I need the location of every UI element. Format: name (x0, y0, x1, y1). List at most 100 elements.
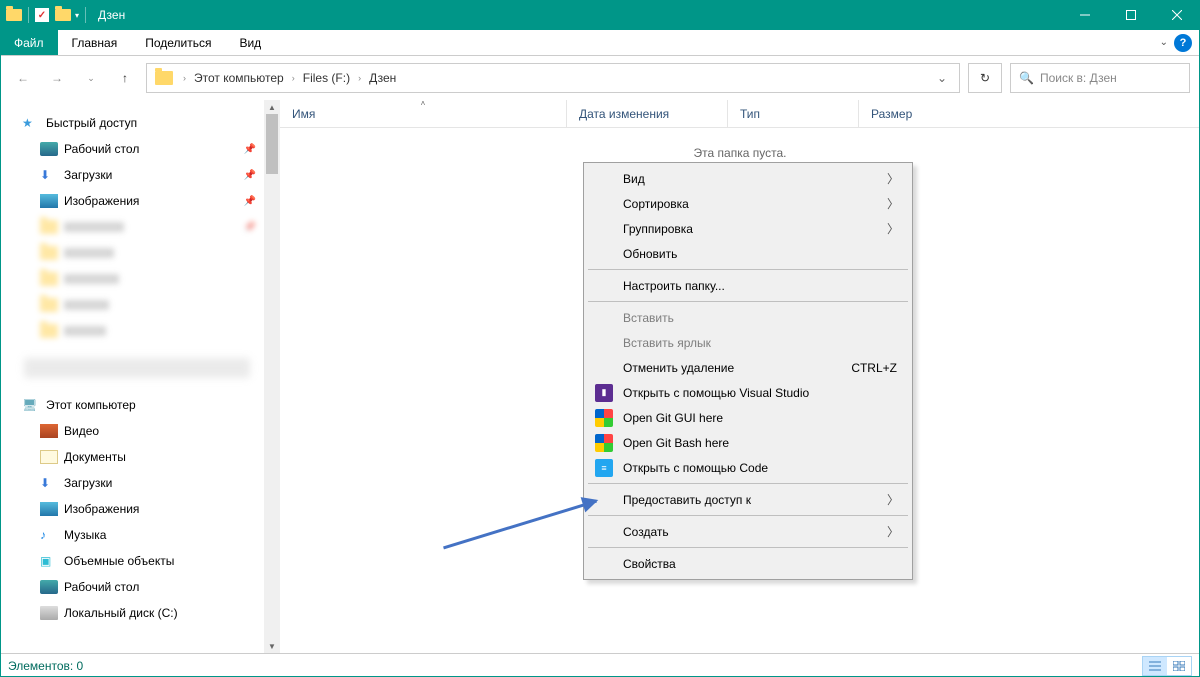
chevron-right-icon[interactable]: › (290, 73, 297, 83)
breadcrumb-bar[interactable]: › Этот компьютер › Files (F:) › Дзен ⌄ (146, 63, 960, 93)
tree-item-3d[interactable]: ▣Объемные объекты (0, 548, 280, 574)
star-icon: ★ (22, 116, 40, 130)
ribbon-tab-share[interactable]: Поделиться (131, 30, 225, 55)
column-date[interactable]: Дата изменения (567, 100, 727, 127)
cm-group[interactable]: Группировка〉 (587, 216, 909, 241)
refresh-button[interactable]: ↻ (968, 63, 1002, 93)
breadcrumb-dropdown-icon[interactable]: ⌄ (929, 71, 955, 85)
breadcrumb-seg-drive[interactable]: Files (F:) (301, 71, 352, 85)
sidebar-scrollbar[interactable]: ▲ ▼ (264, 100, 280, 653)
nav-up-button[interactable]: ↑ (112, 65, 138, 91)
navigation-pane[interactable]: ★ Быстрый доступ Рабочий стол 📌 ⬇ Загруз… (0, 100, 280, 653)
view-details-button[interactable] (1143, 657, 1167, 675)
cm-refresh[interactable]: Обновить (587, 241, 909, 266)
tree-item-blurred[interactable] (0, 240, 280, 266)
desktop-icon (40, 580, 58, 594)
tree-item-video[interactable]: Видео (0, 418, 280, 444)
tree-item-desktop2[interactable]: Рабочий стол (0, 574, 280, 600)
visual-studio-icon: ▮ (595, 384, 613, 402)
nav-forward-button[interactable]: → (44, 65, 70, 91)
tree-item-blurred[interactable] (0, 266, 280, 292)
cm-paste: Вставить (587, 305, 909, 330)
git-icon (595, 434, 613, 452)
video-icon (40, 424, 58, 438)
nav-back-button[interactable]: ← (10, 65, 36, 91)
pin-icon: 📌 (244, 196, 256, 207)
cm-share-access[interactable]: Предоставить доступ к〉 (587, 487, 909, 512)
chevron-right-icon: 〉 (887, 170, 899, 187)
context-menu: Вид〉 Сортировка〉 Группировка〉 Обновить Н… (583, 162, 913, 580)
shortcut-label: CTRL+Z (851, 361, 897, 375)
pictures-icon (40, 194, 58, 208)
disk-icon (40, 606, 58, 620)
column-size[interactable]: Размер (859, 100, 969, 127)
cm-sort[interactable]: Сортировка〉 (587, 191, 909, 216)
column-headers: ˄ Имя Дата изменения Тип Размер (280, 100, 1200, 128)
qat-newfolder-icon[interactable] (55, 9, 71, 21)
chevron-right-icon: 〉 (887, 523, 899, 540)
ribbon-help-icon[interactable]: ? (1174, 34, 1192, 52)
column-name[interactable]: ˄ Имя (280, 100, 566, 127)
window-close-button[interactable] (1154, 0, 1200, 30)
cm-git-gui[interactable]: Open Git GUI here (587, 405, 909, 430)
tree-item-blurred[interactable] (0, 318, 280, 344)
tree-item-pictures[interactable]: Изображения 📌 (0, 188, 280, 214)
tree-item-blurred[interactable] (0, 292, 280, 318)
window-maximize-button[interactable] (1108, 0, 1154, 30)
tree-item-downloads[interactable]: ⬇ Загрузки 📌 (0, 162, 280, 188)
pin-icon: 📌 (244, 170, 256, 181)
cm-view[interactable]: Вид〉 (587, 166, 909, 191)
tree-section-blurred (24, 358, 250, 378)
vscode-icon: ≡ (595, 459, 613, 477)
tree-item-documents[interactable]: Документы (0, 444, 280, 470)
tree-quick-access[interactable]: ★ Быстрый доступ (0, 110, 280, 136)
scroll-thumb[interactable] (266, 114, 278, 174)
window-minimize-button[interactable] (1062, 0, 1108, 30)
tree-item-blurred[interactable]: 📌 (0, 214, 280, 240)
breadcrumb-seg-pc[interactable]: Этот компьютер (192, 71, 286, 85)
cm-create[interactable]: Создать〉 (587, 519, 909, 544)
cm-undo-delete[interactable]: Отменить удалениеCTRL+Z (587, 355, 909, 380)
cm-properties[interactable]: Свойства (587, 551, 909, 576)
tree-item-music[interactable]: ♪Музыка (0, 522, 280, 548)
qat-properties-icon[interactable]: ✓ (35, 8, 49, 22)
objects3d-icon: ▣ (40, 554, 58, 568)
tree-item-downloads2[interactable]: ⬇Загрузки (0, 470, 280, 496)
qat-customize-icon[interactable]: ▾ (75, 11, 79, 20)
tree-item-desktop[interactable]: Рабочий стол 📌 (0, 136, 280, 162)
ribbon-file-tab[interactable]: Файл (0, 30, 58, 55)
status-bar: Элементов: 0 (0, 653, 1200, 677)
ribbon-tab-home[interactable]: Главная (58, 30, 132, 55)
view-thumbnails-button[interactable] (1167, 657, 1191, 675)
nav-recent-dropdown[interactable]: ⌄ (78, 65, 104, 91)
column-type[interactable]: Тип (728, 100, 858, 127)
sort-ascending-icon: ˄ (421, 99, 426, 108)
breadcrumb-seg-folder[interactable]: Дзен (367, 71, 398, 85)
chevron-right-icon[interactable]: › (356, 73, 363, 83)
breadcrumb-folder-icon (155, 71, 173, 85)
cm-open-code[interactable]: ≡Открыть с помощью Code (587, 455, 909, 480)
cm-open-vs[interactable]: ▮Открыть с помощью Visual Studio (587, 380, 909, 405)
cm-paste-shortcut: Вставить ярлык (587, 330, 909, 355)
tree-this-pc[interactable]: 🖥 Этот компьютер (0, 392, 280, 418)
chevron-right-icon[interactable]: › (181, 73, 188, 83)
address-row: ← → ⌄ ↑ › Этот компьютер › Files (F:) › … (0, 56, 1200, 100)
scroll-down-icon[interactable]: ▼ (264, 639, 280, 653)
cm-customize[interactable]: Настроить папку... (587, 273, 909, 298)
window-title: Дзен (98, 8, 125, 22)
git-icon (595, 409, 613, 427)
status-item-count: Элементов: 0 (8, 659, 83, 673)
scroll-up-icon[interactable]: ▲ (264, 100, 280, 114)
chevron-right-icon: 〉 (887, 220, 899, 237)
title-bar: ✓ ▾ Дзен (0, 0, 1200, 30)
tree-item-pictures2[interactable]: Изображения (0, 496, 280, 522)
ribbon-tab-view[interactable]: Вид (225, 30, 275, 55)
cm-git-bash[interactable]: Open Git Bash here (587, 430, 909, 455)
ribbon-collapse-icon[interactable]: ⌄ (1160, 37, 1168, 48)
tree-item-disk-c[interactable]: Локальный диск (C:) (0, 600, 280, 626)
app-folder-icon (6, 9, 22, 21)
documents-icon (40, 450, 58, 464)
chevron-right-icon: 〉 (887, 491, 899, 508)
chevron-right-icon: 〉 (887, 195, 899, 212)
search-input[interactable]: 🔍 Поиск в: Дзен (1010, 63, 1190, 93)
